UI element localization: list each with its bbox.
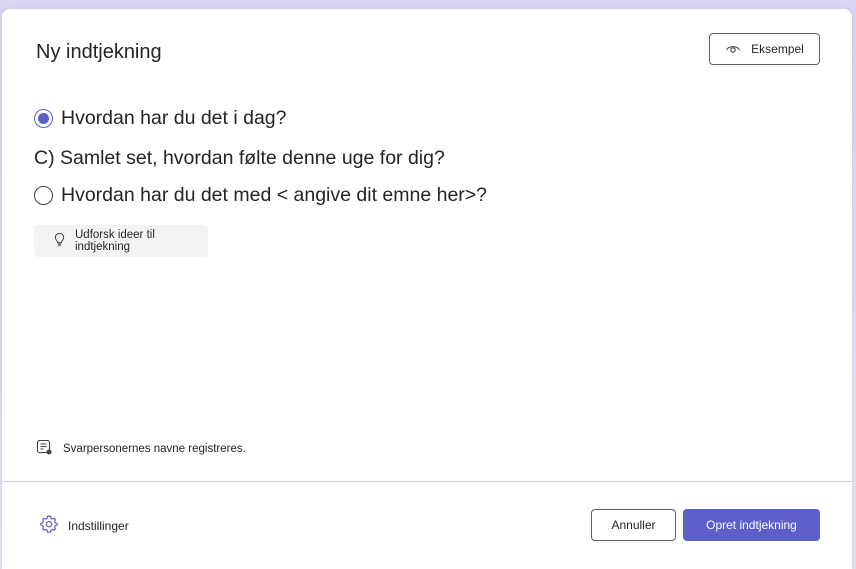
anonymity-note-text: Svarpersonernes navne registreres. — [63, 443, 246, 455]
eye-icon — [725, 40, 741, 59]
radio-unselected[interactable] — [34, 186, 53, 205]
form-list-icon — [36, 439, 53, 459]
footer-divider — [2, 481, 852, 482]
anonymity-note: Svarpersonernes navne registreres. — [36, 439, 246, 459]
preview-button-label: Eksempel — [751, 42, 804, 56]
settings-button[interactable]: Indstillinger — [39, 514, 129, 537]
question-option-2[interactable]: C) Samlet set, hvordan følte denne uge f… — [34, 147, 445, 170]
question-text-2: C) Samlet set, hvordan følte denne uge f… — [34, 147, 445, 169]
lightbulb-icon — [52, 232, 67, 250]
settings-label: Indstillinger — [68, 518, 129, 533]
explore-ideas-button[interactable]: Udforsk ideer til indtjekning — [34, 225, 208, 257]
dialog-title: Ny indtjekning — [36, 41, 162, 63]
gear-icon — [39, 514, 59, 537]
create-checkin-button[interactable]: Opret indtjekning — [683, 509, 820, 541]
explore-ideas-label: Udforsk ideer til indtjekning — [75, 229, 155, 253]
radio-selected[interactable] — [34, 109, 53, 128]
cancel-button[interactable]: Annuller — [591, 509, 676, 541]
question-text-1: Hvordan har du det i dag? — [61, 107, 287, 129]
checkin-dialog: Ny indtjekning Eksempel Hvordan har du d… — [2, 9, 852, 569]
question-text-3: Hvordan har du det med < angive dit emne… — [61, 184, 488, 206]
question-option-1[interactable]: Hvordan har du det i dag? — [34, 107, 287, 130]
question-option-3[interactable]: Hvordan har du det med < angive dit emne… — [34, 184, 487, 207]
preview-button[interactable]: Eksempel — [709, 33, 820, 65]
